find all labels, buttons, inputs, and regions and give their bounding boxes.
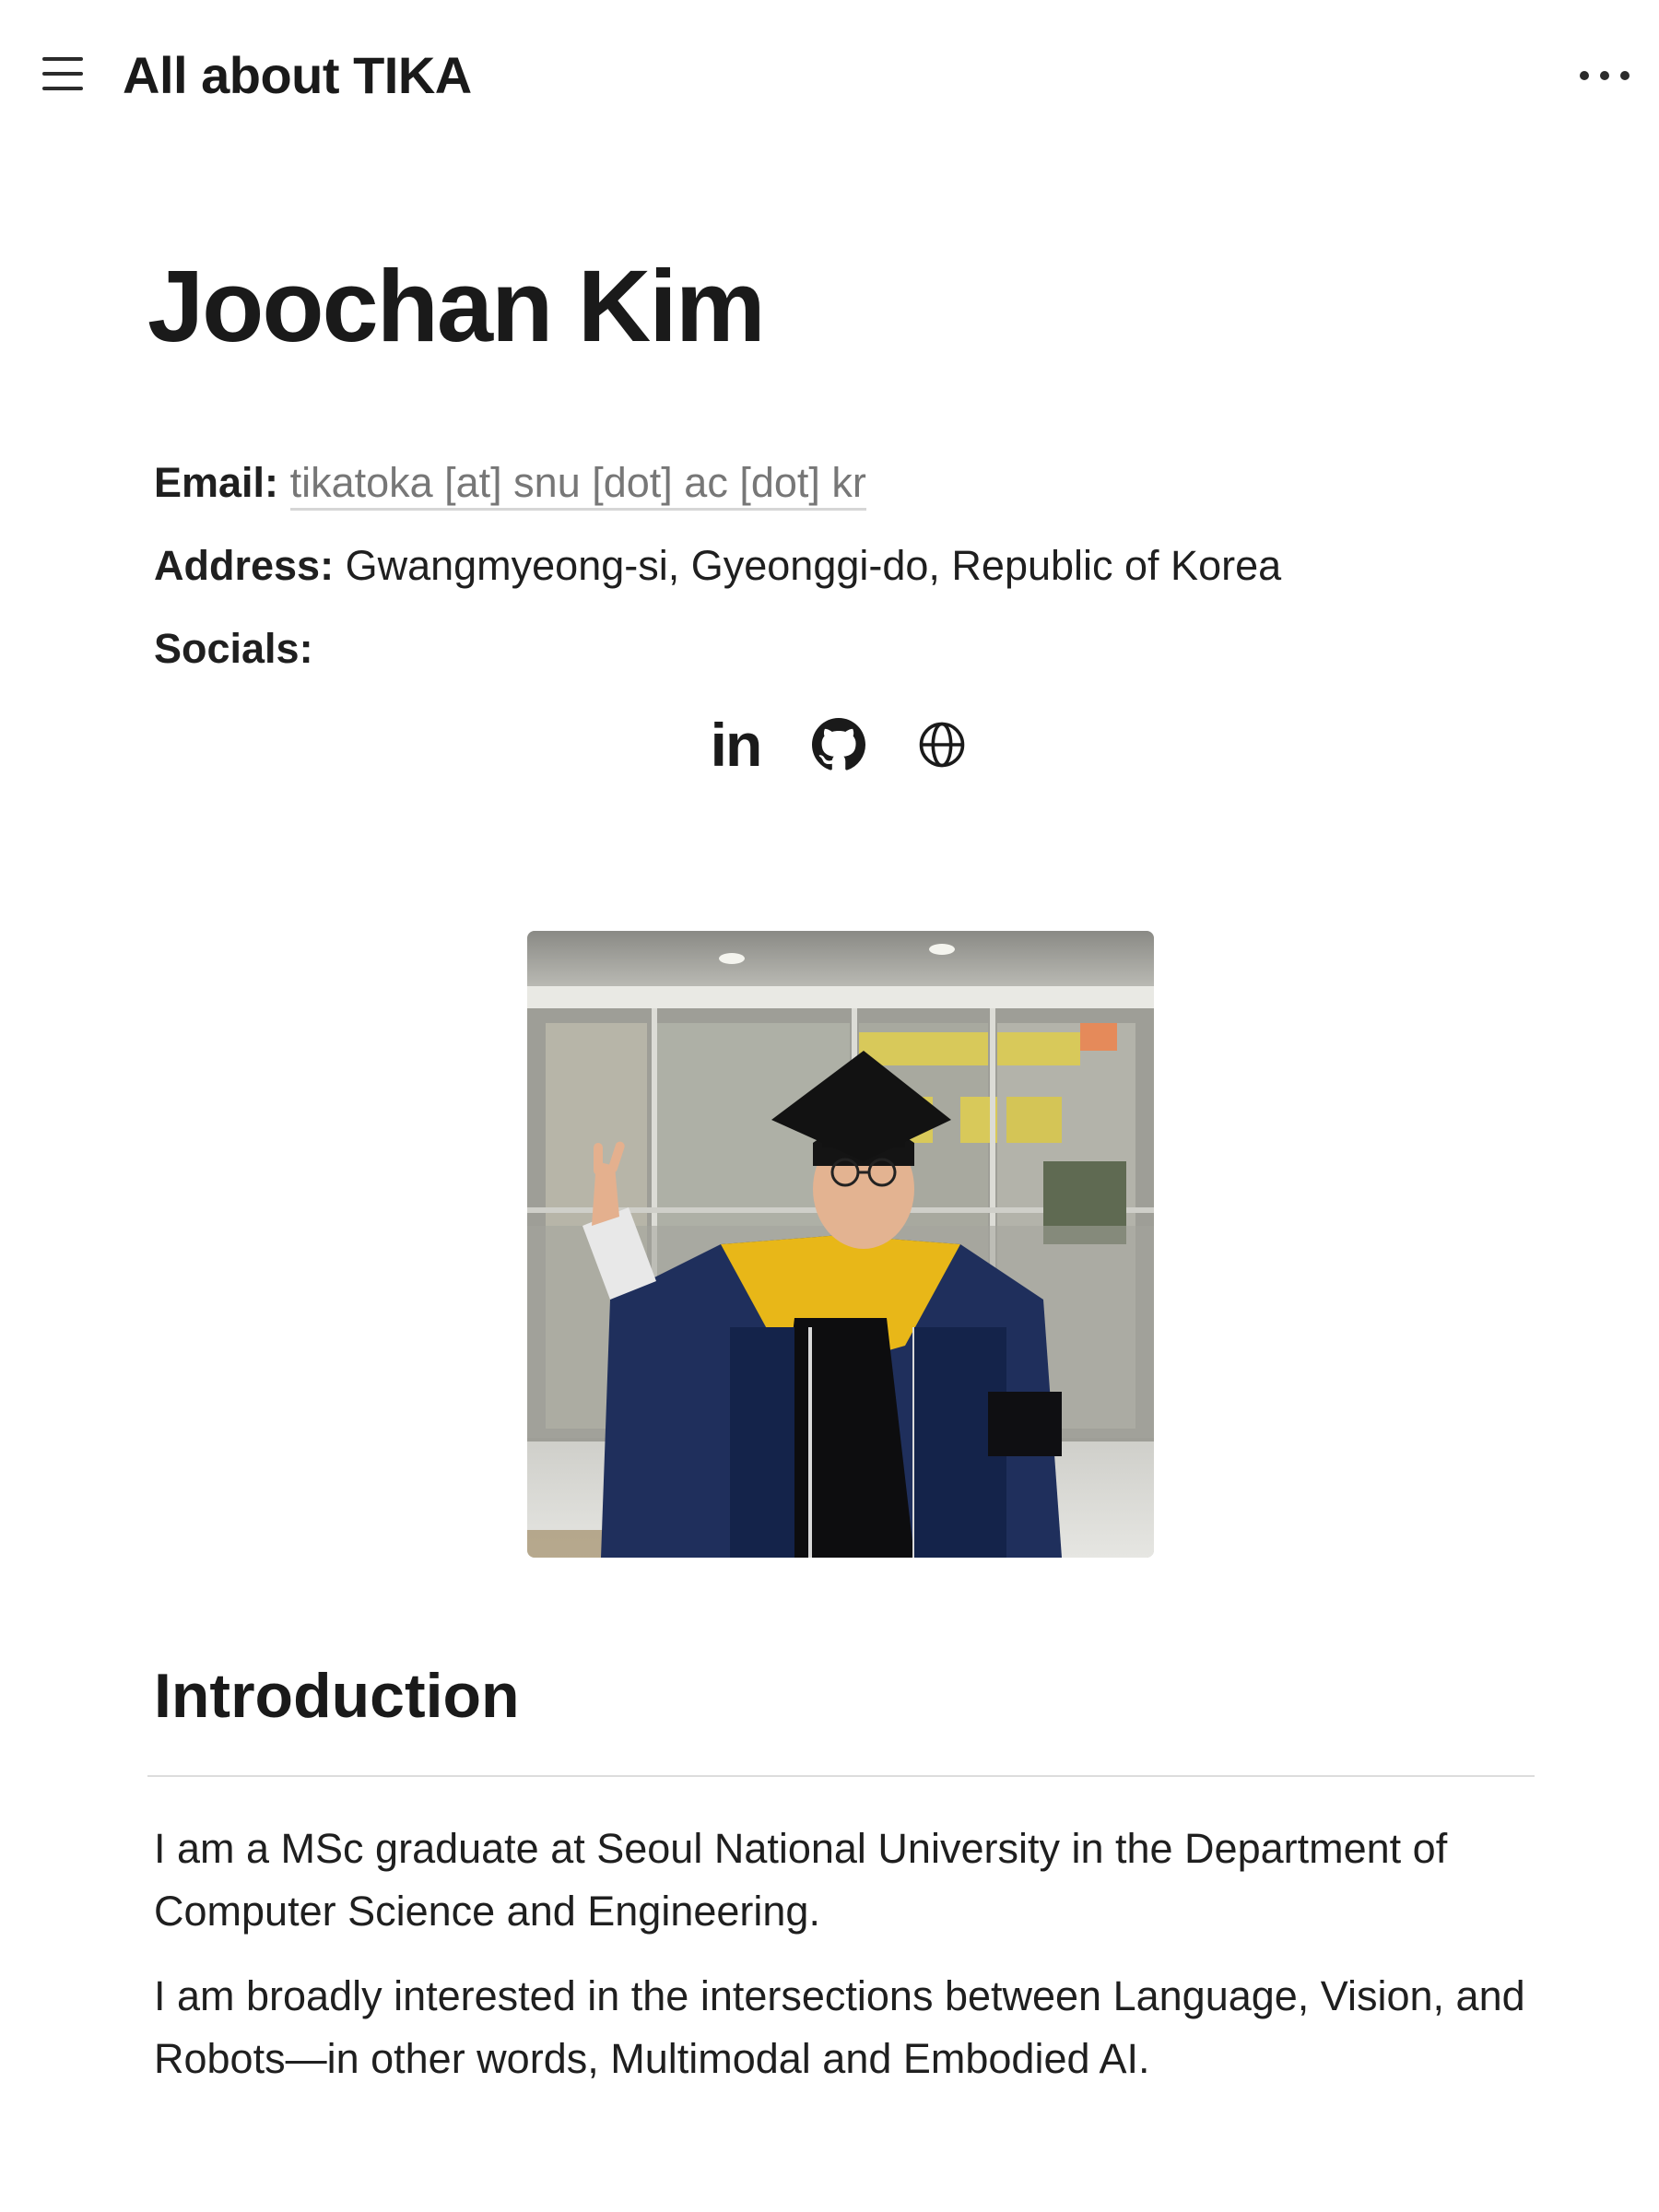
socials-label: Socials:: [154, 625, 313, 672]
email-label: Email:: [154, 459, 279, 506]
email-line: Email: tikatoka [at] snu [dot] ac [dot] …: [154, 456, 866, 511]
globe-icon-graphic: [919, 722, 965, 768]
hamburger-menu-icon[interactable]: [37, 52, 88, 96]
globe-icon[interactable]: [907, 710, 977, 780]
site-title[interactable]: All about TIKA: [123, 44, 472, 107]
address-line: Address: Gwangmyeong-si, Gyeonggi-do, Re…: [154, 539, 1281, 593]
page-title: Joochan Kim: [147, 250, 766, 363]
social-links: in: [700, 710, 977, 780]
profile-photo: [527, 931, 1154, 1558]
profile-photo-graphic: [527, 931, 1154, 1558]
address-label: Address:: [154, 542, 335, 589]
github-icon[interactable]: [804, 710, 874, 780]
github-icon-graphic: [812, 718, 865, 771]
linkedin-icon[interactable]: in: [700, 710, 771, 780]
address-value: Gwangmyeong-si, Gyeonggi-do, Republic of…: [345, 542, 1282, 589]
more-options-icon[interactable]: [1578, 61, 1633, 88]
section-divider: [147, 1775, 1535, 1777]
introduction-heading: Introduction: [154, 1661, 520, 1731]
email-link[interactable]: tikatoka [at] snu [dot] ac [dot] kr: [289, 459, 866, 511]
intro-paragraph-1: I am a MSc graduate at Seoul National Un…: [154, 1825, 1448, 1935]
intro-paragraph-2: I am broadly interested in the intersect…: [154, 1972, 1525, 2082]
socials-line: Socials:: [154, 622, 313, 676]
top-bar: All about TIKA: [0, 0, 1659, 147]
linkedin-icon-text: in: [710, 711, 763, 779]
